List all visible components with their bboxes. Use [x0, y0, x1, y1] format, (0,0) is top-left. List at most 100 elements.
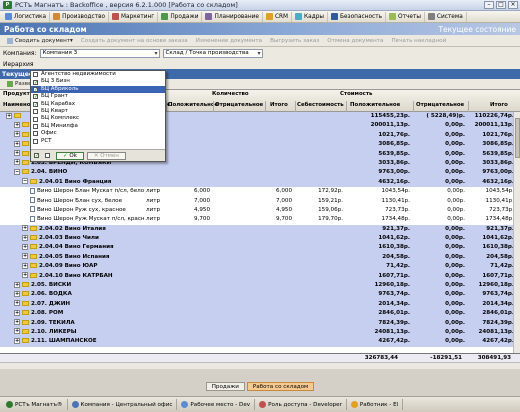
checklist-item[interactable]: БЦ Минилфа — [31, 123, 165, 130]
checkbox[interactable]: ✓ — [33, 86, 38, 92]
table-row[interactable]: +2.09. ТЕКИЛА 7824,39р. 0,00р. 7824,39р. — [0, 318, 520, 328]
checkbox[interactable]: ✓ — [33, 94, 38, 100]
column-header-qty-total[interactable]: Итого — [270, 102, 288, 108]
warehouse-select[interactable]: Склад / Точка производства — [162, 48, 263, 58]
checklist-item[interactable]: ✓ БЦ Грант — [31, 93, 165, 100]
checkbox[interactable] — [33, 109, 38, 115]
table-row[interactable]: +2.04.05 Вино Испания 204,58р. 0,00р. 204,5… — [0, 252, 520, 263]
create-from-order-button[interactable]: Создать документ на основе заказа — [77, 38, 192, 44]
expand-toggle-icon[interactable]: + — [14, 131, 20, 138]
horizontal-scrollbar[interactable] — [0, 362, 520, 369]
tab-sales[interactable]: Продажи — [205, 382, 245, 391]
menu-item-logistics[interactable]: Логистика — [2, 11, 51, 22]
checkbox[interactable] — [33, 131, 38, 137]
table-row[interactable]: Вино Шерон Блан сух, белое литр 7,000 7,000… — [0, 197, 520, 206]
checkbox[interactable]: ✓ — [33, 79, 38, 85]
expand-toggle-icon[interactable]: + — [14, 281, 20, 288]
menu-item-system[interactable]: Система — [425, 11, 467, 22]
scroll-thumb[interactable] — [515, 118, 520, 158]
table-row[interactable]: Вино Шерон Руж сух, красное литр 4,950 4,95… — [0, 206, 520, 215]
checklist-item[interactable]: БЦ Кварт — [31, 108, 165, 115]
checkbox[interactable] — [33, 138, 38, 144]
table-row[interactable]: +2.04.03 Вино Чили 1041,62р. 0,00р. 1041,62… — [0, 234, 520, 244]
checklist-item[interactable]: БЦ Комплекс — [31, 115, 165, 122]
table-row[interactable]: +2.08. РОМ 2846,01р. 0,00р. 2846,01р. — [0, 309, 520, 319]
table-row[interactable]: −2.04. ВИНО 9763,00р. 0,00р. 9763,00р. — [0, 168, 520, 178]
cancel-document-button[interactable]: Отмена документа — [323, 38, 387, 44]
table-row[interactable]: +2.10. ЛИКЕРЫ 24081,13р. 0,00р. 24081,13р. — [0, 327, 520, 338]
edit-document-button[interactable]: Изменение документа — [192, 38, 266, 44]
table-row[interactable]: +2.04.10 Вино КАТРБАН 1607,71р. 0,00р. 1607… — [0, 271, 520, 282]
checklist-item[interactable]: ✓ БЦ 3 Бизн — [31, 78, 165, 85]
checklist-item[interactable]: ✓ БЦ Карабах — [31, 101, 165, 108]
expand-toggle-icon[interactable]: + — [14, 121, 20, 128]
expand-toggle-icon[interactable]: + — [14, 319, 20, 326]
menu-item-staff[interactable]: Кадры — [292, 11, 328, 22]
tab-current[interactable]: Текущее — [2, 71, 33, 78]
close-icon[interactable]: × — [508, 1, 518, 9]
company-select[interactable]: Компания 3 — [39, 48, 160, 58]
ok-button[interactable]: ✓ Ok — [56, 151, 84, 160]
checklist-item[interactable]: Офис — [31, 130, 165, 137]
cancel-button[interactable]: ✕ Отмен — [86, 151, 126, 160]
table-row[interactable]: +2.04.02 Вино Италия 921,37р. 0,00р. 921,37… — [0, 224, 520, 235]
expand-toggle-icon[interactable]: + — [22, 243, 28, 250]
checklist-item[interactable]: ✓ БЦ Абриколь — [31, 85, 165, 94]
column-header-cost-total[interactable]: Итого — [490, 102, 508, 108]
expand-toggle-icon[interactable]: + — [6, 112, 12, 119]
table-row[interactable]: +2.06. ВОДКА 9763,74р. 0,00р. 9763,74р. — [0, 290, 520, 300]
menu-item-crm[interactable]: CRM — [263, 11, 293, 22]
menu-item-reports[interactable]: Отчеты — [386, 11, 425, 22]
maximize-icon[interactable]: □ — [496, 1, 506, 9]
menu-item-security[interactable]: Безопасность — [328, 11, 387, 22]
column-header-product[interactable]: Продукт — [3, 91, 30, 97]
checklist-item[interactable]: РСТ — [31, 138, 165, 145]
menu-item-marketing[interactable]: Маркетинг — [109, 11, 159, 22]
expand-toggle-icon[interactable]: + — [22, 253, 28, 260]
expand-toggle-icon[interactable]: − — [22, 178, 28, 185]
cell-neg: 0,00р. — [445, 272, 465, 279]
table-row[interactable]: +2.07. ДЖИН 2014,34р. 0,00р. 2014,34р. — [0, 299, 520, 310]
checkbox[interactable] — [33, 72, 38, 78]
table-row[interactable]: +2.11. ШАМПАНСКОЕ 4267,42р. 0,00р. 4267,42р… — [0, 337, 520, 347]
expand-toggle-icon[interactable]: + — [22, 225, 28, 232]
expand-toggle-icon[interactable]: + — [14, 290, 20, 297]
table-row[interactable]: Вино Шерон Блан Мускат п/сл, белое литр 6,… — [0, 187, 520, 196]
checkbox[interactable] — [33, 123, 38, 129]
uncheck-all-icon[interactable] — [45, 153, 50, 158]
create-document-button[interactable]: Сводить документ ▾ — [3, 37, 77, 44]
tab-warehouse[interactable]: Работа со складом — [246, 382, 315, 391]
vertical-scrollbar[interactable] — [513, 112, 520, 353]
export-order-button[interactable]: Выгрузить заказ — [266, 38, 323, 44]
expand-toggle-icon[interactable]: + — [14, 300, 20, 307]
checkbox[interactable] — [33, 116, 38, 122]
column-header-cost-negative[interactable]: Отрицательное — [416, 102, 464, 108]
table-row[interactable]: +2.04.04 Вино Германия 1610,38р. 0,00р. 161… — [0, 243, 520, 253]
minimize-icon[interactable]: – — [484, 1, 494, 9]
column-header-cost-positive[interactable]: Положительное — [350, 102, 400, 108]
column-header-cost[interactable]: Себестоимость — [297, 102, 344, 108]
print-invoice-button[interactable]: Печать накладной — [387, 38, 450, 44]
expand-toggle-icon[interactable]: + — [22, 272, 28, 279]
expand-toggle-icon[interactable]: + — [14, 150, 20, 157]
check-all-icon[interactable]: ✓ — [34, 153, 39, 159]
table-row[interactable]: Вино Шерон Руж Мускат п/сл, красное литр 9… — [0, 215, 520, 224]
column-header-qty-positive[interactable]: Положительное — [168, 102, 218, 108]
table-row[interactable]: +2.05. ВИСКИ 12960,18р. 0,00р. 12960,18р. — [0, 281, 520, 291]
table-row[interactable]: −2.04.01 Вино Франция 4632,16р. 0,00р. 4632… — [0, 177, 520, 188]
expand-toggle-icon[interactable]: + — [14, 309, 20, 316]
expand-toggle-icon[interactable]: + — [22, 262, 28, 269]
menu-item-planning[interactable]: Планирование — [202, 11, 263, 22]
menu-item-sales[interactable]: Продажи — [158, 11, 203, 22]
menu-item-production[interactable]: Производство — [50, 11, 110, 22]
column-header-qty-negative[interactable]: Отрицательное — [215, 102, 263, 108]
checkbox[interactable]: ✓ — [33, 101, 38, 107]
checklist-item[interactable]: Агентство недвижимости — [31, 71, 165, 78]
expand-toggle-icon[interactable]: + — [14, 337, 20, 344]
expand-toggle-icon[interactable]: + — [22, 234, 28, 241]
expand-toggle-icon[interactable]: + — [14, 159, 20, 166]
expand-toggle-icon[interactable]: − — [14, 168, 20, 175]
expand-toggle-icon[interactable]: + — [14, 140, 20, 147]
expand-toggle-icon[interactable]: + — [14, 328, 20, 335]
table-row[interactable]: +2.04.09 Вино ЮАР 71,42р. 0,00р. 71,42р. — [0, 262, 520, 272]
